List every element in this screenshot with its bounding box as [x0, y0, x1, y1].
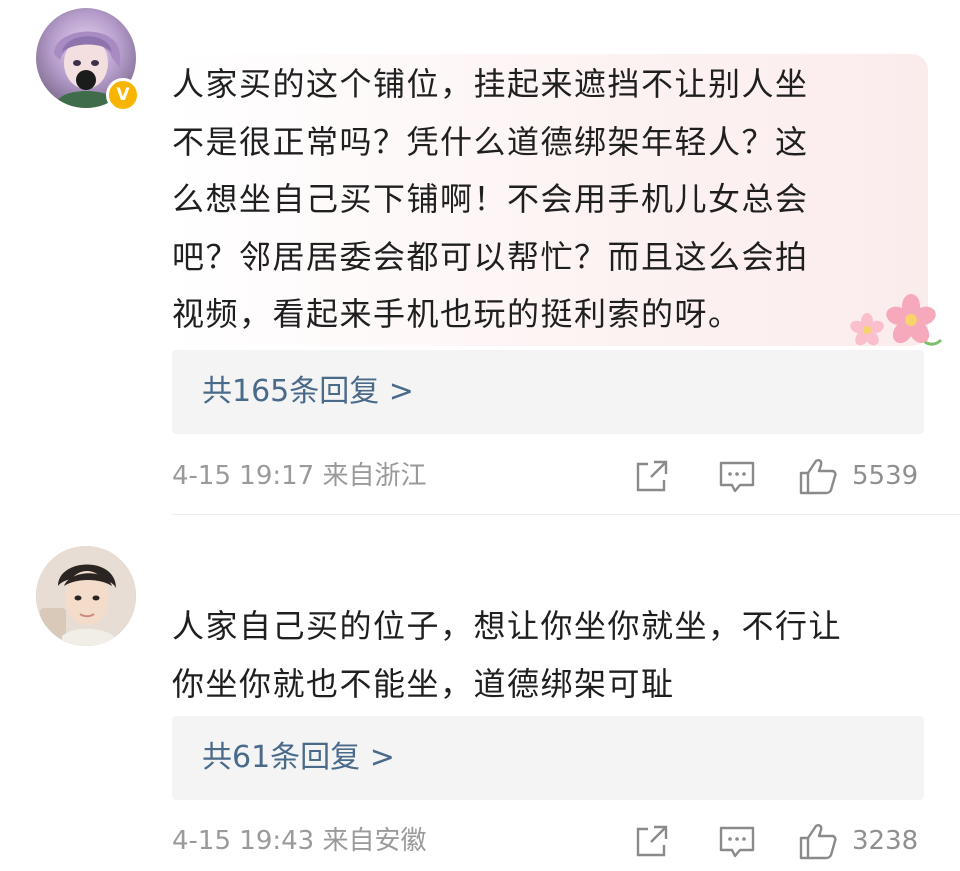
- like-count: 3238: [852, 826, 919, 856]
- share-icon[interactable]: [634, 823, 670, 859]
- timestamp-location: 4-15 19:17 来自浙江: [172, 456, 426, 496]
- share-icon[interactable]: [634, 458, 670, 494]
- cherry-blossom-icon: [850, 294, 943, 346]
- comment-item: 人家自己买的位子，想让你坐你就坐，不行让 你坐你就也不能坐，道德绑架可耻 共61…: [0, 516, 960, 871]
- like-count: 5539: [852, 461, 919, 491]
- timestamp: 4-15 19:17: [172, 461, 315, 491]
- timestamp: 4-15 19:43: [172, 826, 315, 856]
- comment-text: 人家自己买的位子，想让你坐你就坐，不行让 你坐你就也不能坐，道德绑架可耻: [172, 607, 843, 703]
- view-replies-link[interactable]: 共165条回复 >: [172, 350, 924, 434]
- thumbs-up-icon[interactable]: [798, 821, 838, 861]
- comment-text: 人家买的这个铺位，挂起来遮挡不让别人坐 不是很正常吗？凭什么道德绑架年轻人？这 …: [172, 65, 809, 333]
- comment-meta-bar: 4-15 19:43 来自安徽 3238: [172, 821, 924, 861]
- location: 来自浙江: [322, 461, 427, 491]
- person-photo-avatar-icon: [36, 546, 136, 646]
- location: 来自安徽: [322, 826, 427, 856]
- comment-icon[interactable]: [718, 825, 756, 859]
- comment-item: V 人家买的这个铺位，挂起来遮挡不让别人坐 不是很正常吗？凭什么道德绑架年轻人？…: [0, 0, 960, 515]
- comment-meta-bar: 4-15 19:17 来自浙江 5539: [172, 456, 924, 496]
- view-replies-link[interactable]: 共61条回复 >: [172, 716, 924, 800]
- comment-icon[interactable]: [718, 460, 756, 494]
- timestamp-location: 4-15 19:43 来自安徽: [172, 821, 426, 861]
- verified-badge: V: [106, 78, 140, 112]
- thumbs-up-icon[interactable]: [798, 456, 838, 496]
- avatar[interactable]: [36, 546, 136, 646]
- comment-divider: [172, 514, 960, 515]
